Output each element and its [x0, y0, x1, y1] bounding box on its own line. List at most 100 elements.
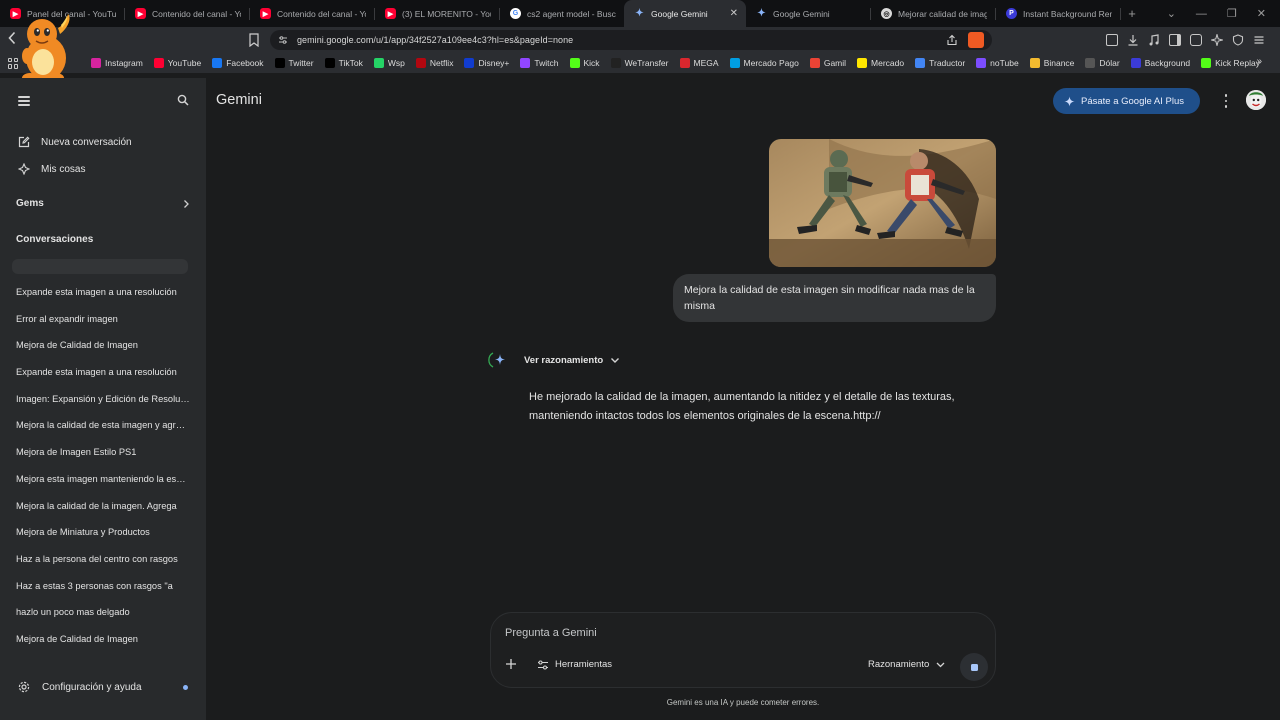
vpn-shield-icon[interactable]: [1232, 34, 1244, 46]
conversation-item[interactable]: hazlo un poco mas delgado: [16, 604, 190, 631]
wallet-icon[interactable]: [1190, 34, 1202, 46]
settings-help-button[interactable]: Configuración y ayuda: [18, 681, 190, 693]
bookmark-label: Netflix: [429, 58, 454, 68]
add-files-button[interactable]: [503, 658, 519, 674]
conversation-item[interactable]: Mejora de Calidad de Imagen: [16, 631, 190, 658]
gemini-logo-icon: [488, 352, 505, 368]
site-settings-icon[interactable]: [278, 35, 288, 45]
main-menu-icon[interactable]: [18, 96, 30, 106]
kick-icon: [569, 58, 580, 68]
picsart-icon: P: [1006, 8, 1017, 19]
tools-button[interactable]: Herramientas: [537, 659, 612, 670]
bookmark-item[interactable]: Facebook: [212, 58, 264, 68]
conversation-item[interactable]: Mejora esta imagen manteniendo la esenci…: [16, 471, 190, 498]
bookmark-item[interactable]: Dólar: [1085, 58, 1120, 68]
bookmark-item[interactable]: Binance: [1029, 58, 1074, 68]
browser-tab[interactable]: ▶ Contenido del canal - YouTube: [125, 0, 249, 27]
my-stuff-button[interactable]: Mis cosas: [18, 163, 85, 175]
leo-ai-icon[interactable]: [1211, 34, 1223, 46]
mercadopago-icon: [729, 58, 740, 68]
bookmark-item[interactable]: Gamil: [809, 58, 846, 68]
gems-label: Gems: [16, 198, 44, 209]
minimize-icon[interactable]: —: [1196, 8, 1207, 20]
restore-icon[interactable]: ❐: [1227, 7, 1237, 20]
close-tab-icon[interactable]: ✕: [730, 8, 738, 19]
bookmark-label: TikTok: [338, 58, 363, 68]
url-text[interactable]: gemini.google.com/u/1/app/34f2527a109ee4…: [297, 35, 573, 45]
conversation-item[interactable]: Mejora de Calidad de Imagen: [16, 337, 190, 364]
stop-button[interactable]: [960, 653, 988, 681]
bookmark-item[interactable]: Mercado: [857, 58, 904, 68]
bookmark-item[interactable]: Instagram: [91, 58, 143, 68]
browser-tab[interactable]: ◎ Mejorar calidad de imagen: [871, 0, 995, 27]
sidebar-toggle-icon[interactable]: [1169, 34, 1181, 46]
browser-tab[interactable]: P Instant Background Remover: [996, 0, 1120, 27]
conversation-item[interactable]: Mejora de Miniatura y Productos: [16, 524, 190, 551]
conversation-item-active[interactable]: [12, 259, 188, 274]
more-bookmarks-icon[interactable]: »: [1256, 56, 1262, 67]
browser-tab-active[interactable]: ✦ Google Gemini ✕: [624, 0, 746, 27]
prompt-input[interactable]: [505, 624, 975, 642]
bookmark-item[interactable]: Kick: [569, 58, 600, 68]
tools-label: Herramientas: [555, 659, 613, 670]
bookmark-item[interactable]: noTube: [976, 58, 1019, 68]
bookmark-item[interactable]: Netflix: [415, 58, 454, 68]
conversation-item[interactable]: Error al expandir imagen: [16, 311, 190, 338]
bookmark-item[interactable]: WeTransfer: [610, 58, 669, 68]
avatar[interactable]: [1246, 90, 1266, 110]
conversation-item[interactable]: Mejora la calidad de esta imagen y agreg…: [16, 417, 190, 444]
bookmark-item[interactable]: Twitch: [520, 58, 559, 68]
music-icon[interactable]: [1148, 34, 1160, 46]
conversations-heading: Conversaciones: [16, 234, 94, 245]
reasoning-label: Ver razonamiento: [524, 354, 604, 366]
upgrade-button[interactable]: Pásate a Google AI Plus: [1053, 88, 1200, 114]
bookmark-item[interactable]: Background: [1130, 58, 1190, 68]
bookmark-label: Mercado: [871, 58, 905, 68]
conversation-item[interactable]: Haz a la persona del centro con rasgos: [16, 551, 190, 578]
browser-tab[interactable]: ▶ Contenido del canal - YouTube: [250, 0, 374, 27]
bookmark-item[interactable]: Disney+: [464, 58, 509, 68]
bookmark-label: Disney+: [478, 58, 510, 68]
browser-tab[interactable]: ✦ Google Gemini: [746, 0, 870, 27]
conversation-item[interactable]: Imagen: Expansión y Edición de Resolució…: [16, 391, 190, 418]
menu-icon[interactable]: [1253, 34, 1265, 46]
brave-shield-icon[interactable]: [968, 32, 984, 48]
bookmark-item[interactable]: MEGA: [679, 58, 719, 68]
conversation-item[interactable]: Mejora la calidad de la imagen. Agrega: [16, 498, 190, 525]
page-title[interactable]: Gemini: [216, 92, 262, 108]
bookmark-item[interactable]: TikTok: [324, 58, 363, 68]
new-chat-button[interactable]: Nueva conversación: [18, 136, 132, 148]
bookmark-item[interactable]: Mercado Pago: [729, 58, 799, 68]
uploaded-image[interactable]: [769, 139, 996, 267]
bookmark-item[interactable]: Kick Replay: [1201, 58, 1260, 68]
tab-title: Google Gemini: [773, 8, 830, 19]
conversation-item[interactable]: Haz a estas 3 personas con rasgos "a: [16, 578, 190, 605]
youtube-icon: ▶: [385, 8, 396, 19]
kick-icon: [1201, 58, 1212, 68]
bookmark-icon[interactable]: [248, 33, 260, 47]
download-icon[interactable]: [1127, 34, 1139, 46]
url-bar[interactable]: gemini.google.com/u/1/app/34f2527a109ee4…: [270, 30, 992, 50]
sparkle-icon: [1064, 95, 1075, 107]
browser-tab[interactable]: G cs2 agent model - Buscar: [500, 0, 624, 27]
new-tab-button[interactable]: +: [1121, 6, 1143, 21]
conversation-item[interactable]: Mejora de Imagen Estilo PS1: [16, 444, 190, 471]
more-options-icon[interactable]: [1223, 94, 1229, 108]
conversation-item[interactable]: Expande esta imagen a una resolución: [16, 284, 190, 311]
bookmark-item[interactable]: YouTube: [153, 58, 201, 68]
search-icon[interactable]: [177, 94, 189, 106]
gems-section[interactable]: Gems: [16, 198, 190, 209]
reasoning-toggle[interactable]: Ver razonamiento: [488, 351, 620, 369]
bookmark-item[interactable]: Traductor: [915, 58, 965, 68]
cast-icon[interactable]: [1106, 34, 1118, 46]
tab-search-icon[interactable]: ⌄: [1167, 7, 1176, 20]
bookmark-item[interactable]: Wsp: [373, 58, 405, 68]
close-window-icon[interactable]: ✕: [1257, 7, 1266, 20]
bookmark-item[interactable]: Twitter: [274, 58, 314, 68]
mode-selector[interactable]: Razonamiento: [868, 659, 945, 670]
bookmark-label: Traductor: [929, 58, 966, 68]
conversation-item[interactable]: Expande esta imagen a una resolución: [16, 364, 190, 391]
share-icon[interactable]: [946, 34, 958, 46]
browser-tab[interactable]: ▶ (3) EL MORENITO - YouTube: [375, 0, 499, 27]
chevron-down-icon: [936, 662, 945, 667]
